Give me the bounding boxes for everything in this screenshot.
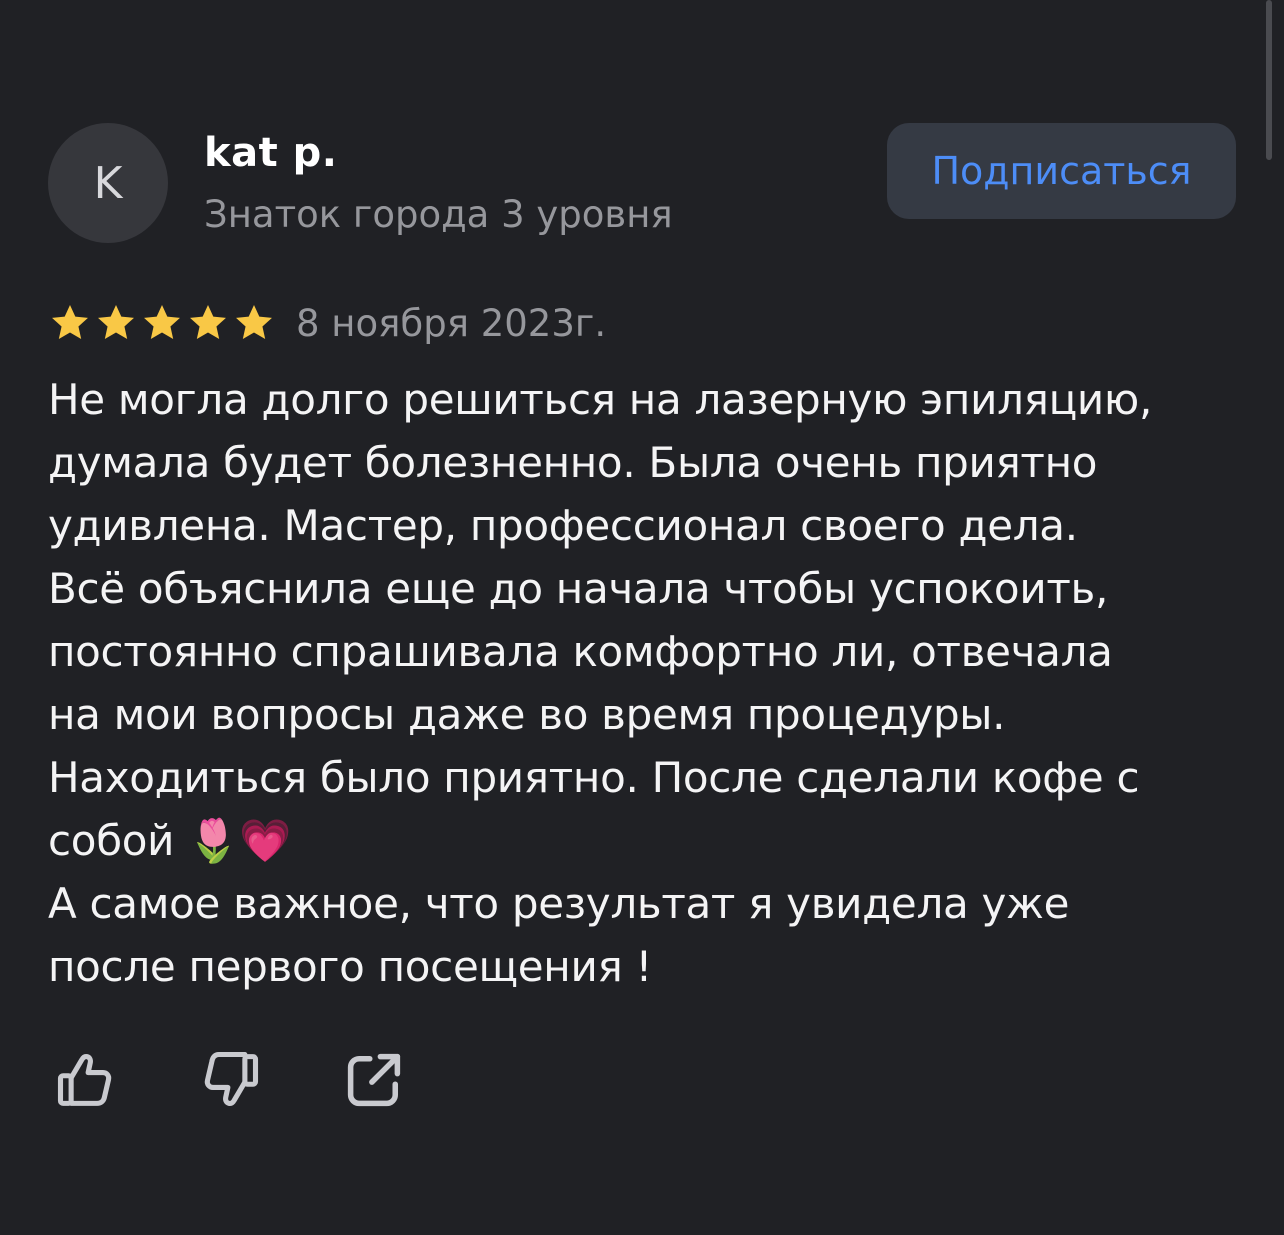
review-card: K kat p. Знаток города 3 уровня Подписат… — [0, 0, 1284, 1235]
share-button[interactable] — [338, 1044, 410, 1116]
star-icon — [98, 305, 134, 339]
scrollbar[interactable] — [1266, 0, 1272, 160]
subscribe-button[interactable]: Подписаться — [887, 123, 1236, 219]
star-icon — [190, 305, 226, 339]
like-button[interactable] — [50, 1044, 122, 1116]
star-icon — [144, 305, 180, 339]
avatar[interactable]: K — [48, 123, 168, 243]
star-icon — [236, 305, 272, 339]
thumbs-up-icon — [57, 1054, 112, 1106]
avatar-letter: K — [93, 157, 123, 209]
rating-row: 8 ноября 2023г. — [48, 296, 606, 350]
review-date: 8 ноября 2023г. — [296, 301, 607, 345]
review-text: Не могла долго решиться на лазерную эпил… — [48, 375, 1152, 991]
dislike-button[interactable] — [194, 1044, 266, 1116]
star-rating — [48, 301, 276, 345]
review-actions — [50, 1040, 482, 1120]
thumbs-down-icon — [204, 1051, 259, 1106]
author-level: Знаток города 3 уровня — [204, 193, 673, 236]
author-name[interactable]: kat p. — [204, 130, 337, 176]
share-icon — [347, 1053, 401, 1107]
star-icon — [52, 305, 88, 339]
